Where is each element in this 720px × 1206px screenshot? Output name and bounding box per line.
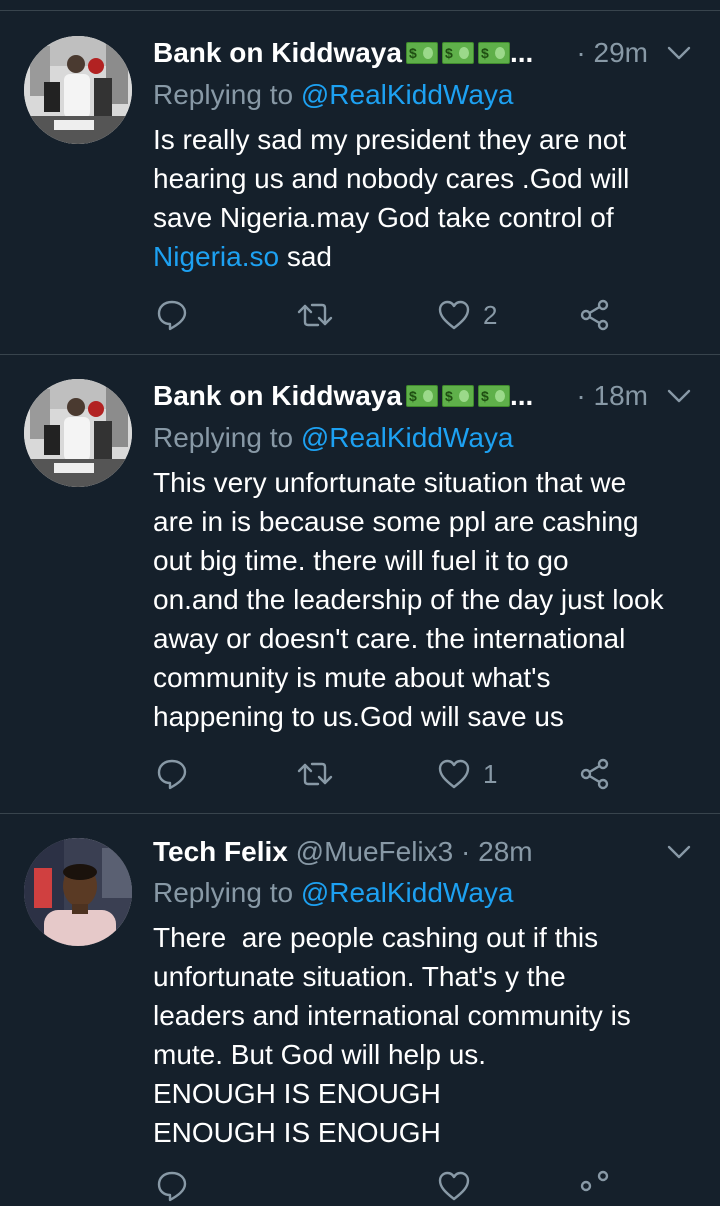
reply-icon <box>157 1171 187 1202</box>
like-count: 2 <box>483 299 498 330</box>
display-name[interactable]: Tech Felix <box>153 836 288 867</box>
name-ellipsis: ... <box>509 37 534 68</box>
user-handle[interactable]: @MueFelix3 <box>296 836 454 867</box>
heart-icon <box>438 1171 470 1201</box>
tweet-actions: 2 <box>153 295 690 335</box>
avatar-photo-icon <box>24 36 132 144</box>
share-button[interactable] <box>578 754 612 794</box>
replying-to: Replying to @RealKiddWaya <box>153 873 513 913</box>
tweet-timestamp[interactable]: · 28m <box>461 836 533 867</box>
tweet-text: Is really sad my president they are not … <box>153 120 690 276</box>
avatar-photo-icon <box>24 379 132 487</box>
tweet-text-tail: sad <box>279 241 332 272</box>
share-icon <box>580 299 609 331</box>
reply-icon <box>157 759 187 790</box>
replying-to: Replying to @RealKiddWaya <box>153 75 513 115</box>
chevron-down-icon[interactable] <box>666 383 692 409</box>
replying-to-label: Replying to <box>153 422 301 453</box>
retweet-button[interactable] <box>296 754 334 794</box>
avatar[interactable] <box>24 36 132 144</box>
like-button[interactable]: 1 <box>437 754 497 794</box>
replying-to: Replying to @RealKiddWaya <box>153 418 513 458</box>
chevron-down-icon[interactable] <box>666 839 692 865</box>
share-icon <box>580 758 609 790</box>
tweet-timestamp[interactable]: · 29m <box>576 33 648 73</box>
reply-button[interactable] <box>155 754 189 794</box>
money-emoji-icon <box>441 385 474 407</box>
like-count: 1 <box>483 758 498 789</box>
avatar-photo-icon <box>24 838 132 946</box>
tweet-actions: 1 <box>153 754 690 794</box>
share-icon <box>580 1170 609 1192</box>
tweet-card[interactable]: Tech Felix @MueFelix3 · 28m Replying to … <box>0 814 720 1202</box>
retweet-icon <box>297 303 333 327</box>
heart-icon <box>438 759 470 789</box>
tweet-text-link[interactable]: Nigeria.so <box>153 241 279 272</box>
like-button[interactable] <box>437 1166 471 1206</box>
tweet-timestamp[interactable]: · 18m <box>576 376 648 416</box>
share-button[interactable] <box>578 295 612 335</box>
money-emoji-icon <box>477 42 510 64</box>
avatar[interactable] <box>24 379 132 487</box>
reply-icon <box>157 300 187 331</box>
tweet-text-main: Is really sad my president they are not … <box>153 124 630 233</box>
tweet-text: There are people cashing out if this unf… <box>153 922 631 1148</box>
share-button[interactable] <box>578 1166 612 1206</box>
reply-mention-link[interactable]: @RealKiddWaya <box>301 79 514 110</box>
tweet-card[interactable]: Bank on Kiddwaya... · 18m Replying to @R… <box>0 355 720 814</box>
name-ellipsis: ... <box>509 380 534 411</box>
tweet-card[interactable]: Bank on Kiddwaya... · 29m Replying to @R… <box>0 0 720 355</box>
money-emoji-icon <box>405 385 438 407</box>
tweet-actions <box>153 1166 690 1206</box>
like-button[interactable]: 2 <box>437 295 497 335</box>
replying-to-label: Replying to <box>153 79 301 110</box>
avatar[interactable] <box>24 838 132 946</box>
tweet-text: This very unfortunate situation that we … <box>153 467 664 732</box>
reply-button[interactable] <box>155 295 189 335</box>
reply-mention-link[interactable]: @RealKiddWaya <box>301 422 514 453</box>
display-name[interactable]: Bank on Kiddwaya <box>153 37 402 68</box>
reply-mention-link[interactable]: @RealKiddWaya <box>301 877 514 908</box>
retweet-button[interactable] <box>296 295 334 335</box>
money-emoji-icon <box>441 42 474 64</box>
tweet-header: Tech Felix @MueFelix3 · 28m <box>153 832 700 872</box>
money-emoji-icon <box>405 42 438 64</box>
reply-button[interactable] <box>155 1166 189 1206</box>
display-name[interactable]: Bank on Kiddwaya <box>153 380 402 411</box>
retweet-icon <box>297 762 333 786</box>
chevron-down-icon[interactable] <box>666 40 692 66</box>
money-emoji-icon <box>477 385 510 407</box>
heart-icon <box>438 300 470 330</box>
replying-to-label: Replying to <box>153 877 301 908</box>
